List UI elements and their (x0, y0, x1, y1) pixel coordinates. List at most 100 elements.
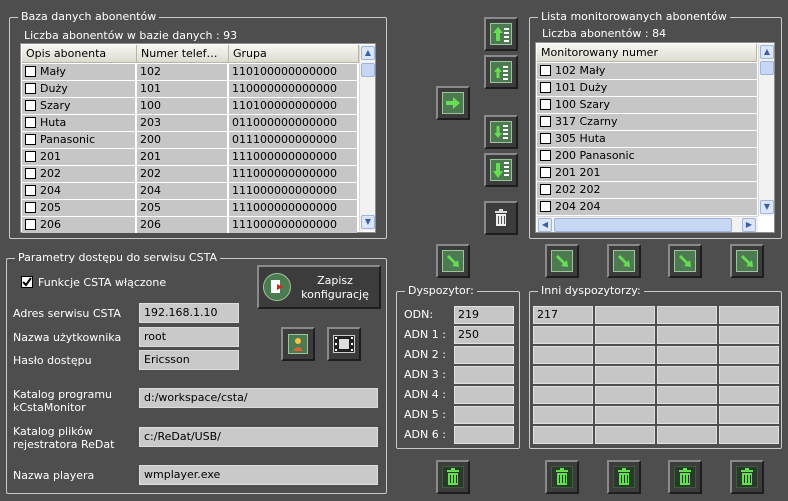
table-row[interactable]: Panasonic 200 011100000000000 (22, 132, 357, 148)
clear-dispatcher-button-1[interactable] (545, 460, 579, 494)
row-checkbox[interactable] (25, 202, 36, 213)
row-checkbox[interactable] (25, 185, 36, 196)
list-item[interactable]: 317 Czarny (537, 114, 757, 130)
other-dispatcher-cell[interactable] (719, 366, 779, 384)
other-dispatcher-cell[interactable] (719, 426, 779, 444)
column-header-monitored-number[interactable]: Monitorowany numer (537, 44, 757, 62)
other-dispatcher-cell[interactable] (533, 426, 593, 444)
row-checkbox[interactable] (540, 82, 551, 93)
list-item[interactable]: 200 Panasonic (537, 148, 757, 164)
catalog-field[interactable]: d:/workspace/csta/ (139, 388, 378, 408)
row-checkbox[interactable] (540, 184, 551, 195)
scroll-down-icon[interactable]: ▼ (361, 215, 375, 229)
row-checkbox[interactable] (540, 167, 551, 178)
move-to-top-button[interactable] (484, 17, 518, 51)
scroll-thumb[interactable] (760, 61, 774, 75)
list-item[interactable]: 101 Duży (537, 80, 757, 96)
address-field[interactable]: 192.168.1.10 (139, 303, 239, 323)
other-dispatcher-cell[interactable] (533, 346, 593, 364)
other-dispatcher-cell[interactable] (533, 386, 593, 404)
row-checkbox[interactable] (540, 201, 551, 212)
table-row[interactable]: 201 201 111000000000000 (22, 149, 357, 165)
table-row[interactable]: 204 204 111000000000000 (22, 183, 357, 199)
other-dispatcher-cell[interactable] (657, 366, 717, 384)
other-dispatcher-cell[interactable] (719, 346, 779, 364)
row-checkbox[interactable] (540, 133, 551, 144)
row-checkbox[interactable] (25, 168, 36, 179)
scroll-up-icon[interactable]: ▲ (760, 45, 774, 59)
other-dispatcher-cell[interactable] (719, 386, 779, 404)
other-dispatcher-cell[interactable] (657, 426, 717, 444)
table-row[interactable]: Duży 101 110000000000000 (22, 81, 357, 97)
other-dispatcher-cell[interactable] (595, 306, 655, 324)
other-dispatcher-cell[interactable] (533, 406, 593, 424)
column-header-number[interactable]: Numer telef… (137, 45, 229, 63)
add-to-monitored-button[interactable] (436, 86, 470, 120)
dispatcher-slot-field[interactable]: 219 (454, 306, 514, 324)
other-dispatcher-cell[interactable] (595, 346, 655, 364)
list-item[interactable]: 204 204 (537, 199, 757, 215)
other-dispatcher-cell[interactable] (595, 326, 655, 344)
username-field[interactable]: root (139, 327, 239, 347)
other-dispatcher-cell[interactable] (719, 306, 779, 324)
player-settings-button[interactable] (327, 327, 361, 361)
assign-dispatcher-button-0[interactable] (436, 244, 470, 278)
scroll-right-icon[interactable]: ▶ (742, 218, 756, 232)
table-row[interactable]: 205 205 111000000000000 (22, 200, 357, 216)
row-checkbox[interactable] (25, 134, 36, 145)
user-settings-button[interactable] (281, 327, 315, 361)
assign-dispatcher-button-2[interactable] (607, 244, 641, 278)
other-dispatcher-cell[interactable]: 217 (533, 306, 593, 324)
other-dispatcher-cell[interactable] (657, 326, 717, 344)
table-row[interactable]: Huta 203 011000000000000 (22, 115, 357, 131)
other-dispatcher-cell[interactable] (719, 326, 779, 344)
row-checkbox[interactable] (540, 150, 551, 161)
row-checkbox[interactable] (540, 116, 551, 127)
other-dispatcher-cell[interactable] (657, 406, 717, 424)
other-dispatcher-cell[interactable] (657, 306, 717, 324)
column-header-group[interactable]: Grupa (229, 45, 359, 63)
other-dispatcher-cell[interactable] (719, 406, 779, 424)
dispatcher-slot-field[interactable] (454, 406, 514, 424)
scroll-left-icon[interactable]: ◀ (538, 218, 552, 232)
remove-monitored-button[interactable] (484, 201, 518, 235)
other-dispatcher-cell[interactable] (595, 426, 655, 444)
list-item[interactable]: 100 Szary (537, 97, 757, 113)
recorder-field[interactable]: c:/ReDat/USB/ (139, 427, 378, 447)
clear-dispatcher-button-0[interactable] (436, 460, 470, 494)
other-dispatcher-cell[interactable] (657, 346, 717, 364)
other-dispatcher-cell[interactable] (533, 366, 593, 384)
row-checkbox[interactable] (25, 66, 36, 77)
monitored-table-vscrollbar[interactable]: ▲ ▼ (758, 44, 774, 216)
clear-dispatcher-button-3[interactable] (668, 460, 702, 494)
list-item[interactable]: 202 202 (537, 182, 757, 198)
list-item[interactable]: 305 Huta (537, 131, 757, 147)
scroll-thumb[interactable] (361, 63, 375, 77)
move-down-button[interactable] (484, 115, 518, 149)
other-dispatcher-cell[interactable] (657, 386, 717, 404)
list-item[interactable]: 201 201 (537, 165, 757, 181)
table-row[interactable]: 202 202 111000000000000 (22, 166, 357, 182)
other-dispatcher-cell[interactable] (595, 366, 655, 384)
dispatcher-slot-field[interactable] (454, 386, 514, 404)
dispatcher-slot-field[interactable] (454, 426, 514, 444)
column-header-description[interactable]: Opis abonenta (22, 45, 137, 63)
subscriber-table-scrollbar[interactable]: ▲ ▼ (359, 45, 375, 231)
dispatcher-slot-field[interactable] (454, 346, 514, 364)
table-row[interactable]: Mały 102 110100000000000 (22, 64, 357, 80)
row-checkbox[interactable] (540, 65, 551, 76)
list-item[interactable]: 102 Mały (537, 63, 757, 79)
table-row[interactable]: 206 206 111000000000000 (22, 217, 357, 233)
other-dispatcher-cell[interactable] (595, 386, 655, 404)
other-dispatcher-cell[interactable] (595, 406, 655, 424)
player-field[interactable]: wmplayer.exe (139, 465, 378, 485)
csta-enabled-checkbox[interactable] (21, 276, 33, 288)
row-checkbox[interactable] (25, 83, 36, 94)
save-configuration-button[interactable]: Zapisz konfigurację (257, 265, 381, 309)
clear-dispatcher-button-2[interactable] (607, 460, 641, 494)
scroll-thumb[interactable] (554, 218, 732, 232)
scroll-up-icon[interactable]: ▲ (361, 46, 375, 60)
subscriber-table[interactable]: Opis abonenta Numer telef… Grupa Mały 102… (20, 43, 376, 233)
row-checkbox[interactable] (25, 117, 36, 128)
dispatcher-slot-field[interactable] (454, 366, 514, 384)
